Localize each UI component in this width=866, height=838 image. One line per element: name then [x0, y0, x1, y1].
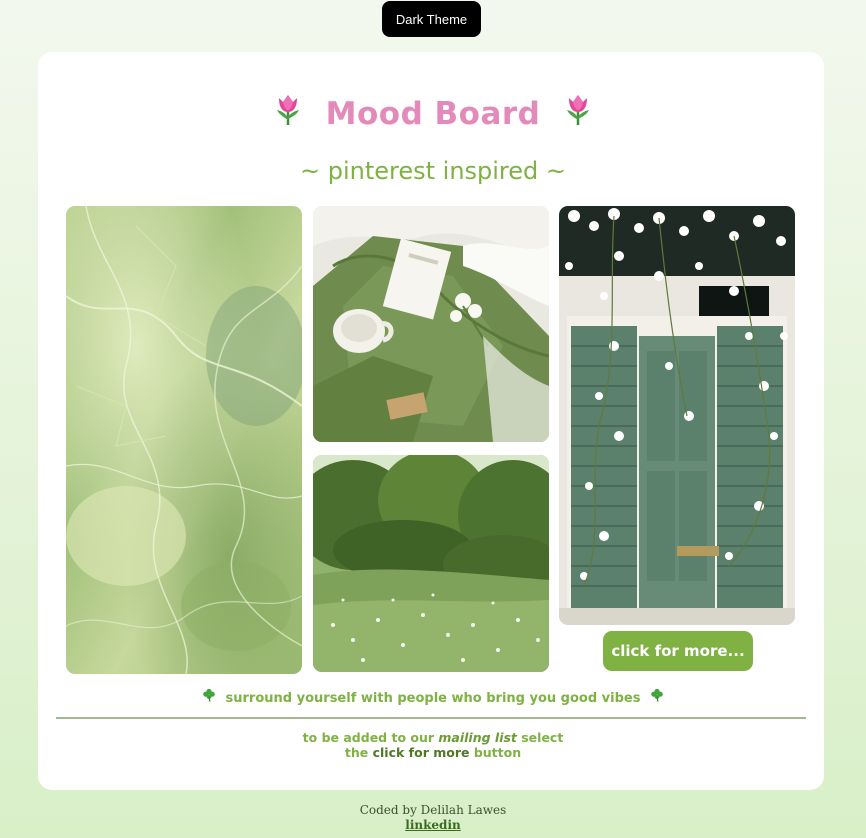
green-door-flowers-image [559, 206, 795, 625]
green-apron-flatlay-image [313, 206, 549, 442]
footer-credit: Coded by Delilah Lawes [359, 803, 507, 817]
footer: Coded by Delilah Lawes linkedin [0, 803, 866, 833]
mailing-text: button [469, 745, 522, 760]
page-title: Mood Board [0, 88, 866, 142]
linkedin-link[interactable]: linkedin [405, 818, 460, 832]
click-for-more-button[interactable]: click for more... [603, 631, 753, 671]
mailing-text: to be added to our [302, 730, 439, 745]
vibes-text: surround yourself with people who bring … [225, 691, 641, 706]
tulip-icon [564, 90, 592, 142]
tulip-icon [274, 90, 302, 142]
clover-icon [203, 688, 215, 709]
mailing-text: the [344, 745, 373, 760]
green-marble-image [66, 206, 302, 674]
page-subtitle: ~ pinterest inspired ~ [299, 157, 567, 185]
clover-icon [651, 688, 663, 709]
section-divider [56, 717, 806, 719]
mailing-list-label: mailing list [438, 730, 517, 745]
mailing-list-note: to be added to our mailing list select t… [0, 730, 866, 760]
vibes-message: surround yourself with people who bring … [0, 688, 866, 709]
mailing-line-1: to be added to our mailing list select [0, 730, 866, 745]
wildflower-meadow-image [313, 455, 549, 672]
mailing-text: select [516, 730, 564, 745]
dark-theme-button[interactable]: Dark Theme [382, 1, 481, 37]
button-reference: click for more [372, 745, 470, 760]
title-text: Mood Board [325, 96, 541, 132]
mailing-line-2: the click for more button [0, 745, 866, 760]
